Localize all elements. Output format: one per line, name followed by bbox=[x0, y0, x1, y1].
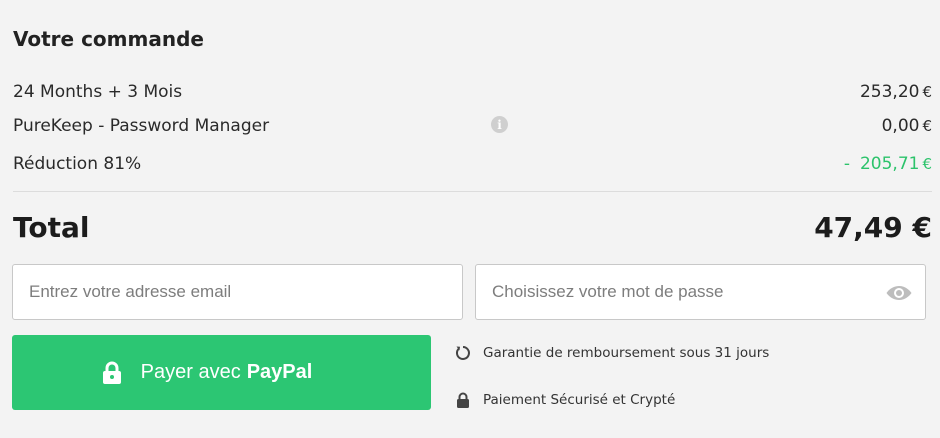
email-field-wrapper bbox=[12, 264, 463, 320]
order-line-discount: Réduction 81% -205,71 € bbox=[13, 154, 932, 174]
order-line-plan: 24 Months + 3 Mois 253,20 € bbox=[13, 82, 932, 102]
order-line-amount: -205,71 € bbox=[843, 154, 932, 174]
info-icon[interactable]: i bbox=[491, 116, 508, 133]
password-field-wrapper bbox=[475, 264, 926, 320]
assurance-text: Garantie de remboursement sous 31 jours bbox=[483, 345, 770, 361]
pay-button-label: Payer avec bbox=[140, 361, 241, 383]
refresh-icon bbox=[456, 346, 470, 360]
total-amount: 47,49 € bbox=[814, 211, 932, 244]
assurance-text: Paiement Sécurisé et Crypté bbox=[483, 392, 676, 408]
order-line-amount: 0,00 € bbox=[881, 116, 932, 136]
order-line-label: PureKeep - Password Manager bbox=[13, 116, 270, 136]
total-row: Total 47,49 € bbox=[13, 211, 932, 244]
order-summary-panel: Votre commande 24 Months + 3 Mois 253,20… bbox=[0, 0, 940, 438]
divider bbox=[13, 191, 932, 192]
eye-icon[interactable] bbox=[885, 282, 913, 304]
lock-icon bbox=[102, 361, 121, 384]
email-field[interactable] bbox=[13, 265, 462, 319]
total-label: Total bbox=[13, 211, 90, 244]
order-title: Votre commande bbox=[13, 27, 204, 51]
order-line-label: 24 Months + 3 Mois bbox=[13, 82, 183, 102]
order-line-amount: 253,20 € bbox=[859, 82, 932, 102]
secure-payment: Paiement Sécurisé et Crypté bbox=[455, 392, 675, 408]
money-back-guarantee: Garantie de remboursement sous 31 jours bbox=[455, 345, 769, 361]
lock-icon bbox=[457, 392, 469, 408]
password-field[interactable] bbox=[476, 265, 925, 319]
pay-with-paypal-button[interactable]: Payer avec PayPal bbox=[12, 335, 431, 410]
paypal-brand: PayPal bbox=[246, 361, 313, 383]
order-line-addon: PureKeep - Password Manager 0,00 € bbox=[13, 116, 932, 136]
order-line-label: Réduction 81% bbox=[13, 154, 142, 174]
